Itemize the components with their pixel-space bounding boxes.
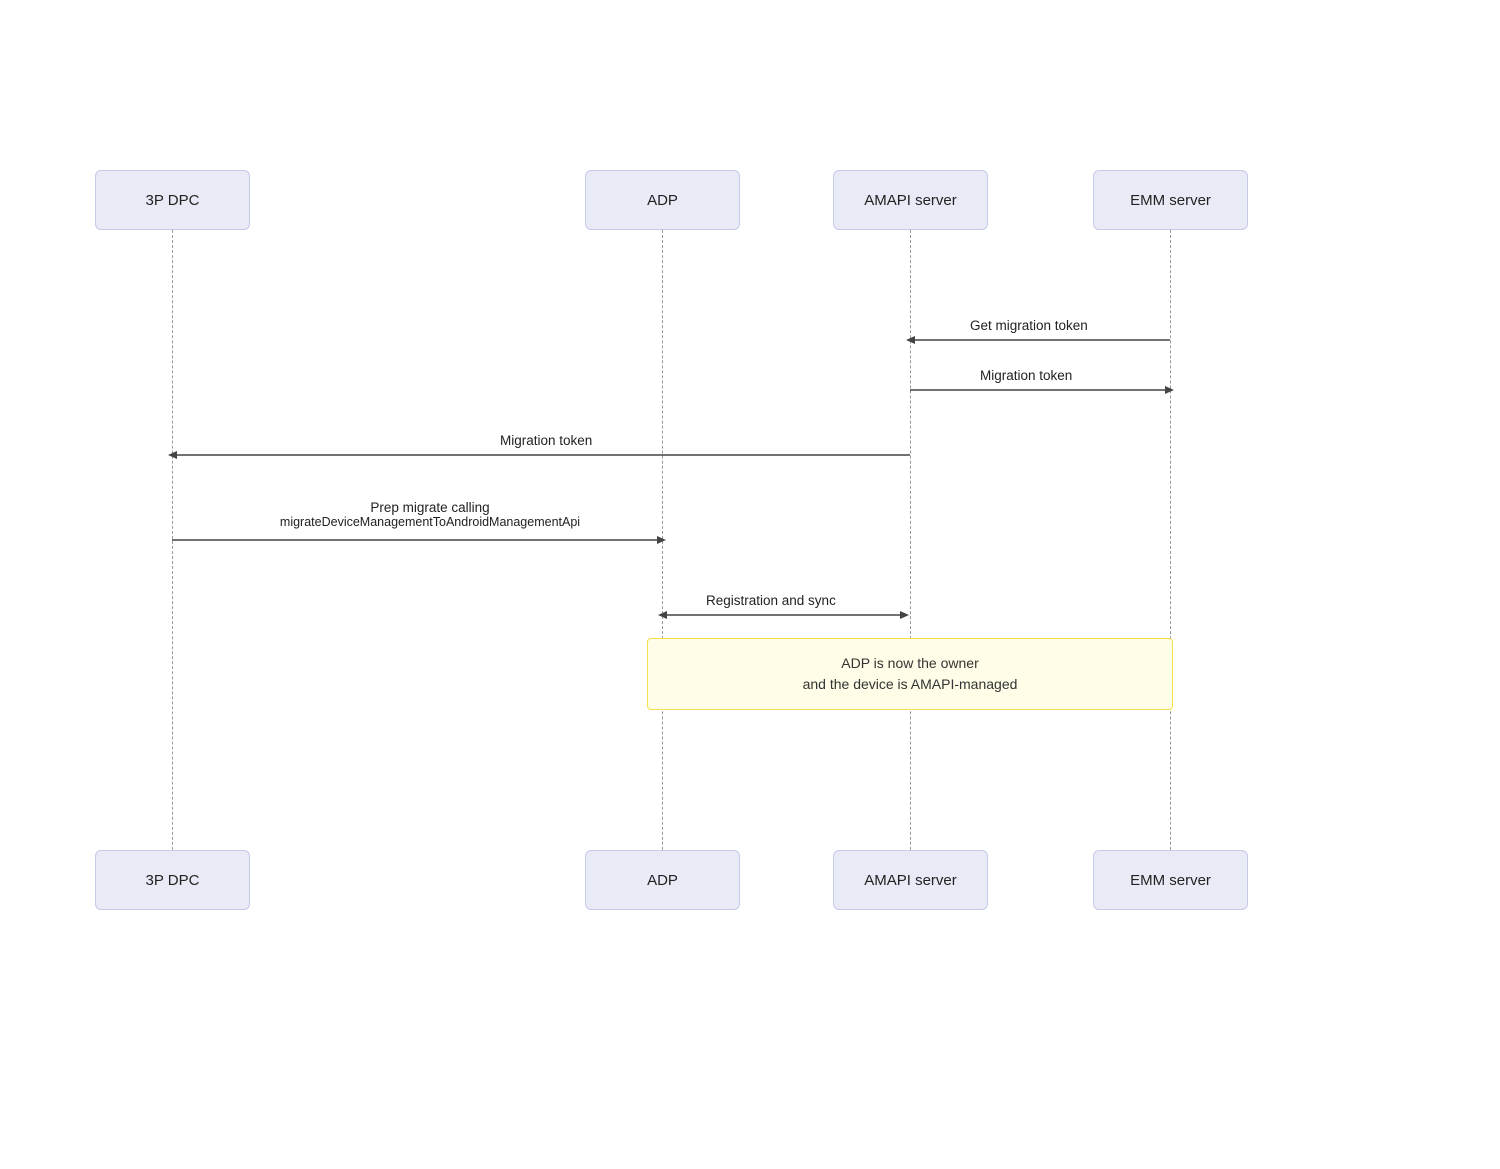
label-get-migration-token: Get migration token <box>970 318 1088 333</box>
label-prep-migrate-line1: Prep migrate calling migrateDeviceManage… <box>240 500 620 529</box>
actor-amapi-bottom: AMAPI server <box>833 850 988 910</box>
sequence-diagram: 3P DPC ADP AMAPI server EMM server <box>40 170 1460 1000</box>
actor-3p-dpc-bottom: 3P DPC <box>95 850 250 910</box>
label-registration-sync: Registration and sync <box>706 593 836 608</box>
highlight-adp-owner: ADP is now the owner and the device is A… <box>647 638 1173 710</box>
label-migration-token-amapi-emm: Migration token <box>980 368 1072 383</box>
actor-adp-bottom: ADP <box>585 850 740 910</box>
label-migration-token-main: Migration token <box>500 433 592 448</box>
actor-emm-bottom: EMM server <box>1093 850 1248 910</box>
